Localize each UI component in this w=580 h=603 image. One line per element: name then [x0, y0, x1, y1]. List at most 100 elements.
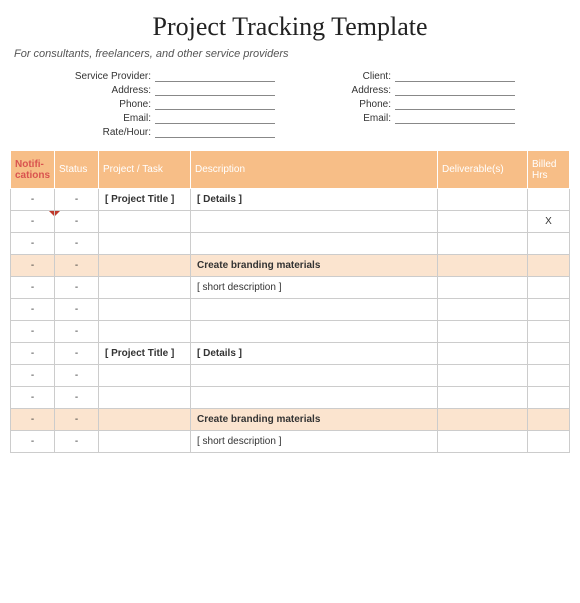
- cell-deliverable[interactable]: [438, 321, 528, 343]
- cell-project[interactable]: [ Project Title ]: [99, 343, 191, 365]
- cell-deliverable[interactable]: [438, 431, 528, 453]
- cell-notification[interactable]: -: [11, 299, 55, 321]
- tracking-table: Notifi-cations Status Project / Task Des…: [10, 150, 570, 453]
- info-block: Service Provider: Address: Phone: Email: Rat…: [10, 70, 570, 138]
- table-row: -- [ short description ]: [11, 431, 570, 453]
- cell-deliverable[interactable]: [438, 409, 528, 431]
- cell-deliverable[interactable]: [438, 255, 528, 277]
- cell-notification[interactable]: -: [11, 431, 55, 453]
- cell-description[interactable]: [191, 387, 438, 409]
- cell-notification[interactable]: -: [11, 211, 55, 233]
- cell-notification[interactable]: -: [11, 277, 55, 299]
- cell-billed-hrs[interactable]: [528, 189, 570, 211]
- cell-billed-hrs[interactable]: [528, 277, 570, 299]
- cell-billed-hrs[interactable]: [528, 233, 570, 255]
- cell-status[interactable]: -: [55, 189, 99, 211]
- cell-billed-hrs[interactable]: [528, 431, 570, 453]
- provider-input-line[interactable]: [155, 126, 275, 138]
- cell-notification[interactable]: -: [11, 387, 55, 409]
- cell-project[interactable]: [99, 211, 191, 233]
- client-input-line[interactable]: [395, 112, 515, 124]
- cell-deliverable[interactable]: [438, 189, 528, 211]
- cell-status[interactable]: -: [55, 233, 99, 255]
- cell-deliverable[interactable]: [438, 299, 528, 321]
- cell-notification[interactable]: -: [11, 233, 55, 255]
- cell-status[interactable]: -: [55, 299, 99, 321]
- cell-project[interactable]: [99, 409, 191, 431]
- cell-project[interactable]: [99, 299, 191, 321]
- cell-description[interactable]: [ Details ]: [191, 343, 438, 365]
- cell-notification[interactable]: -: [11, 321, 55, 343]
- cell-project[interactable]: [99, 277, 191, 299]
- cell-description[interactable]: Create branding materials: [191, 409, 438, 431]
- cell-project[interactable]: [ Project Title ]: [99, 189, 191, 211]
- client-input-line[interactable]: [395, 70, 515, 82]
- cell-project[interactable]: [99, 321, 191, 343]
- table-row: -- [ short description ]: [11, 277, 570, 299]
- cell-billed-hrs[interactable]: [528, 255, 570, 277]
- provider-input-line[interactable]: [155, 84, 275, 96]
- col-billed-hrs: Billed Hrs: [528, 151, 570, 189]
- comment-marker-icon: [49, 211, 54, 216]
- col-status: Status: [55, 151, 99, 189]
- provider-row: Service Provider:: [65, 70, 275, 82]
- table-row: --[ Project Title ][ Details ]: [11, 189, 570, 211]
- cell-notification[interactable]: -: [11, 365, 55, 387]
- cell-status[interactable]: -: [55, 255, 99, 277]
- cell-description[interactable]: [191, 211, 438, 233]
- cell-deliverable[interactable]: [438, 387, 528, 409]
- provider-column: Service Provider:Address:Phone:Email:Rat…: [65, 70, 275, 138]
- provider-input-line[interactable]: [155, 70, 275, 82]
- cell-deliverable[interactable]: [438, 211, 528, 233]
- cell-project[interactable]: [99, 233, 191, 255]
- cell-project[interactable]: [99, 255, 191, 277]
- table-row: -- Create branding materials: [11, 409, 570, 431]
- cell-description[interactable]: [ short description ]: [191, 277, 438, 299]
- cell-status[interactable]: -: [55, 409, 99, 431]
- client-row: Email:: [305, 112, 515, 124]
- cell-description[interactable]: [191, 365, 438, 387]
- provider-row: Address:: [65, 84, 275, 96]
- provider-input-line[interactable]: [155, 98, 275, 110]
- cell-notification[interactable]: -: [11, 255, 55, 277]
- cell-billed-hrs[interactable]: [528, 299, 570, 321]
- col-notifications: Notifi-cations: [11, 151, 55, 189]
- col-project: Project / Task: [99, 151, 191, 189]
- cell-status[interactable]: -: [55, 365, 99, 387]
- client-input-line[interactable]: [395, 98, 515, 110]
- cell-status[interactable]: -: [55, 321, 99, 343]
- cell-billed-hrs[interactable]: X: [528, 211, 570, 233]
- cell-billed-hrs[interactable]: [528, 409, 570, 431]
- client-input-line[interactable]: [395, 84, 515, 96]
- cell-description[interactable]: [191, 299, 438, 321]
- cell-deliverable[interactable]: [438, 365, 528, 387]
- provider-input-line[interactable]: [155, 112, 275, 124]
- cell-project[interactable]: [99, 387, 191, 409]
- cell-status[interactable]: -: [55, 211, 99, 233]
- cell-description[interactable]: [191, 233, 438, 255]
- provider-label: Service Provider:: [65, 71, 155, 82]
- cell-status[interactable]: -: [55, 431, 99, 453]
- cell-project[interactable]: [99, 365, 191, 387]
- cell-description[interactable]: [191, 321, 438, 343]
- cell-description[interactable]: [ Details ]: [191, 189, 438, 211]
- client-label: Phone:: [305, 99, 395, 110]
- cell-notification[interactable]: -: [11, 409, 55, 431]
- cell-deliverable[interactable]: [438, 277, 528, 299]
- cell-billed-hrs[interactable]: [528, 387, 570, 409]
- cell-notification[interactable]: -: [11, 189, 55, 211]
- cell-status[interactable]: -: [55, 343, 99, 365]
- provider-label: Rate/Hour:: [65, 127, 155, 138]
- cell-deliverable[interactable]: [438, 343, 528, 365]
- cell-description[interactable]: [ short description ]: [191, 431, 438, 453]
- cell-billed-hrs[interactable]: [528, 343, 570, 365]
- cell-project[interactable]: [99, 431, 191, 453]
- cell-description[interactable]: Create branding materials: [191, 255, 438, 277]
- cell-status[interactable]: -: [55, 387, 99, 409]
- cell-billed-hrs[interactable]: [528, 365, 570, 387]
- cell-billed-hrs[interactable]: [528, 321, 570, 343]
- cell-notification[interactable]: -: [11, 343, 55, 365]
- cell-status[interactable]: -: [55, 277, 99, 299]
- cell-deliverable[interactable]: [438, 233, 528, 255]
- comment-marker-icon: [55, 211, 60, 216]
